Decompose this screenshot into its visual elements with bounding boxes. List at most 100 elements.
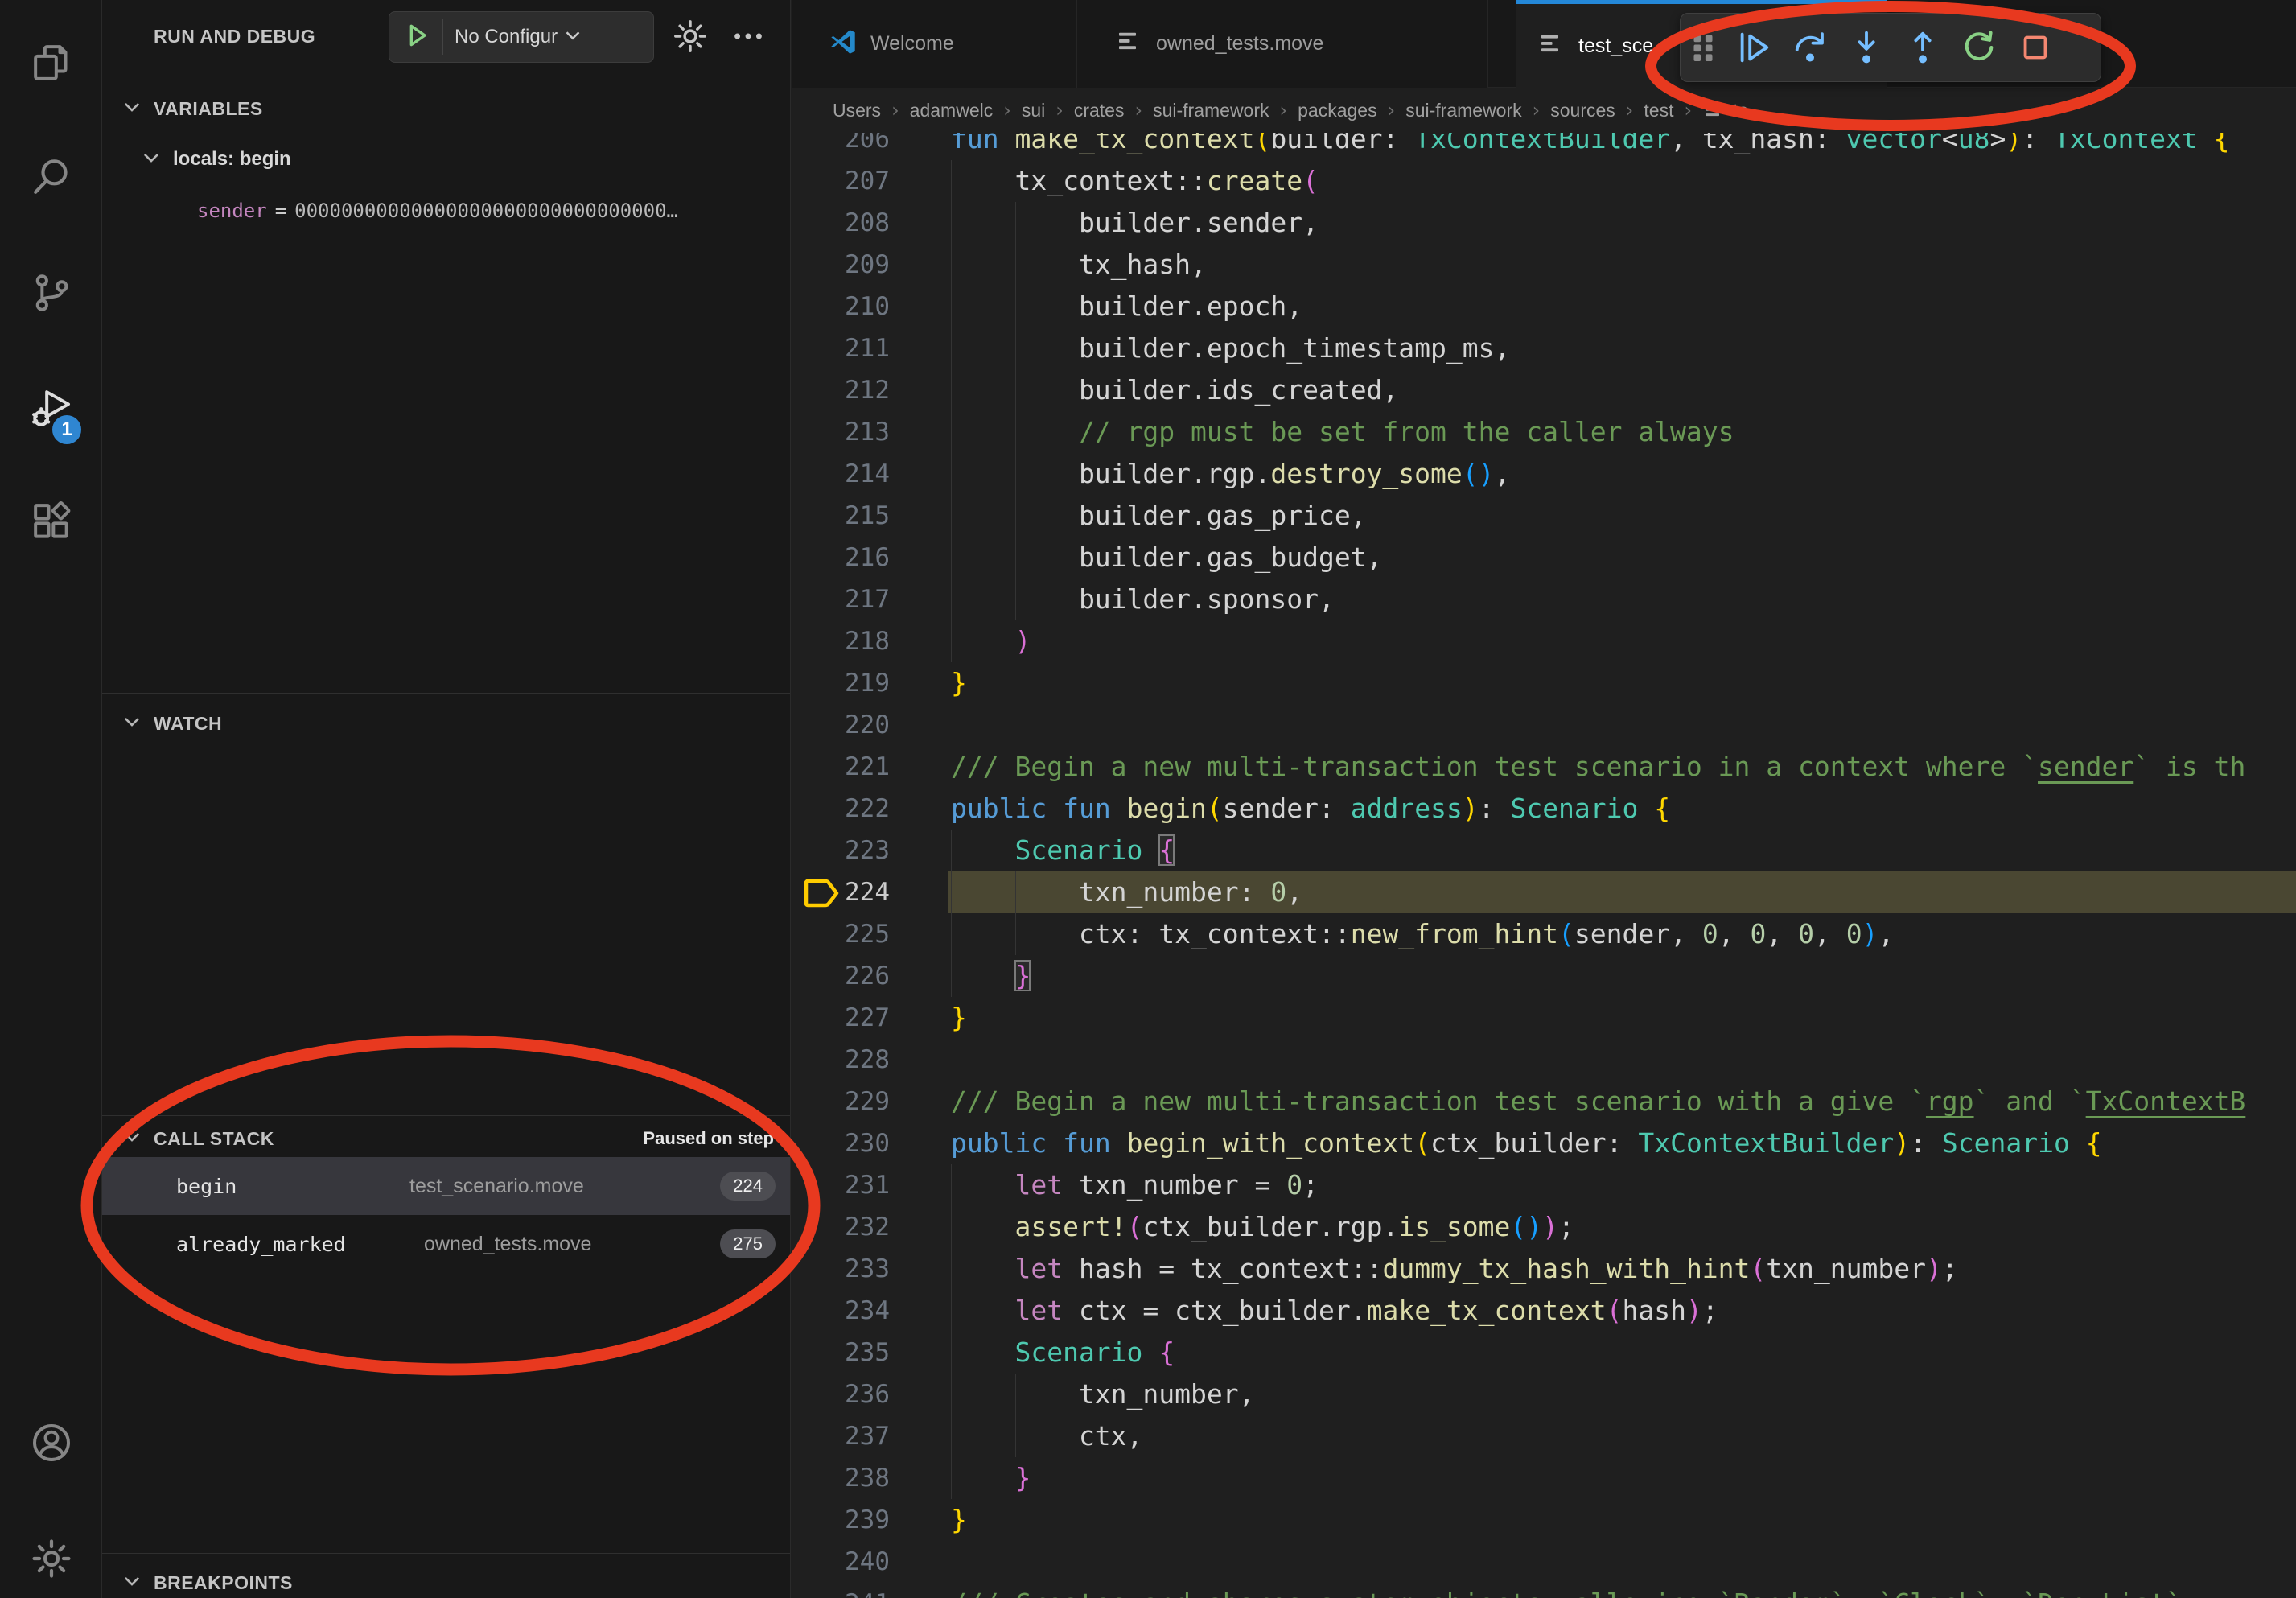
watch-header-label: WATCH — [154, 713, 222, 735]
breadcrumb-item[interactable]: test — [1644, 100, 1673, 121]
breadcrumb-item[interactable]: sui-framework — [1405, 100, 1521, 121]
code-line-226[interactable]: 226 } — [792, 955, 2296, 997]
code-text: Scenario { — [951, 830, 1175, 871]
code-line-234[interactable]: 234 let ctx = ctx_builder.make_tx_contex… — [792, 1290, 2296, 1332]
scope-label: locals: begin — [173, 148, 291, 171]
files-icon — [29, 40, 74, 89]
variables-scope-row[interactable]: locals: begin — [102, 142, 790, 177]
line-number: 213 — [792, 411, 890, 453]
code-text: builder.ids_created, — [951, 369, 1398, 411]
code-line-217[interactable]: 217 builder.sponsor, — [792, 579, 2296, 620]
code-line-212[interactable]: 212 builder.ids_created, — [792, 369, 2296, 411]
tab-welcome[interactable]: Welcome — [792, 0, 1077, 88]
call-stack-section-header[interactable]: CALL STACK Paused on step — [102, 1120, 790, 1157]
breadcrumb-item[interactable]: crates — [1074, 100, 1125, 121]
variables-section-header[interactable]: VARIABLES — [102, 90, 790, 127]
code-line-228[interactable]: 228 — [792, 1039, 2296, 1081]
code-line-213[interactable]: 213 // rgp must be set from the caller a… — [792, 411, 2296, 453]
continue-button[interactable] — [1726, 19, 1782, 76]
line-number: 210 — [792, 286, 890, 327]
code-line-231[interactable]: 231 let txn_number = 0; — [792, 1164, 2296, 1206]
drag-handle-icon — [1685, 29, 1722, 66]
code-line-223[interactable]: 223 Scenario { — [792, 830, 2296, 871]
breakpoints-section-header[interactable]: BREAKPOINTS — [102, 1564, 790, 1598]
frame-line-badge: 275 — [720, 1229, 776, 1258]
code-line-214[interactable]: 214 builder.rgp.destroy_some(), — [792, 453, 2296, 495]
code-line-219[interactable]: 219} — [792, 662, 2296, 704]
code-editor[interactable]: 206fun make_tx_context(builder: TxContex… — [792, 133, 2296, 1598]
code-text: builder.gas_budget, — [951, 537, 1382, 579]
code-line-209[interactable]: 209 tx_hash, — [792, 244, 2296, 286]
code-line-210[interactable]: 210 builder.epoch, — [792, 286, 2296, 327]
code-text: tx_hash, — [951, 244, 1207, 286]
line-number: 207 — [792, 160, 890, 202]
breadcrumb-item[interactable]: sources — [1550, 100, 1615, 121]
code-line-230[interactable]: 230public fun begin_with_context(ctx_bui… — [792, 1122, 2296, 1164]
sidebar-item-settings[interactable] — [0, 1522, 102, 1598]
code-line-240[interactable]: 240 — [792, 1541, 2296, 1583]
breadcrumb-separator: › — [1626, 99, 1634, 121]
debug-settings-gear-icon[interactable] — [672, 18, 709, 59]
code-line-236[interactable]: 236 txn_number, — [792, 1374, 2296, 1415]
frame-name: begin — [176, 1175, 237, 1198]
code-line-211[interactable]: 211 builder.epoch_timestamp_ms, — [792, 327, 2296, 369]
more-actions-icon[interactable] — [730, 18, 767, 59]
start-debugging-icon[interactable] — [401, 19, 433, 56]
breadcrumb-item[interactable]: sui — [1022, 100, 1045, 121]
code-line-239[interactable]: 239} — [792, 1499, 2296, 1541]
code-line-232[interactable]: 232 assert!(ctx_builder.rgp.is_some()); — [792, 1206, 2296, 1248]
variable-name: sender — [197, 200, 267, 222]
stack-frame-begin[interactable]: begintest_scenario.move224 — [102, 1157, 790, 1215]
stop-button[interactable] — [2007, 19, 2064, 76]
code-text: } — [951, 662, 967, 704]
code-line-215[interactable]: 215 builder.gas_price, — [792, 495, 2296, 537]
code-line-218[interactable]: 218 ) — [792, 620, 2296, 662]
line-number: 209 — [792, 244, 890, 286]
gear-icon — [29, 1536, 74, 1585]
code-line-208[interactable]: 208 builder.sender, — [792, 202, 2296, 244]
code-line-241[interactable]: 241/// Creates and shares system objects… — [792, 1583, 2296, 1598]
sidebar-item-explorer[interactable] — [0, 26, 102, 103]
step-over-button[interactable] — [1782, 19, 1838, 76]
watch-section-header[interactable]: WATCH — [102, 705, 790, 742]
breadcrumb-item[interactable]: adamwelc — [910, 100, 994, 121]
code-line-222[interactable]: 222public fun begin(sender: address): Sc… — [792, 788, 2296, 830]
code-text: // rgp must be set from the caller alway… — [951, 411, 1734, 453]
code-line-220[interactable]: 220 — [792, 704, 2296, 746]
step-out-icon — [1904, 29, 1941, 66]
stack-frame-already_marked[interactable]: already_markedowned_tests.move275 — [102, 1215, 790, 1273]
code-line-224[interactable]: 224 txn_number: 0, — [792, 871, 2296, 913]
code-line-206[interactable]: 206fun make_tx_context(builder: TxContex… — [792, 133, 2296, 160]
breadcrumb-item[interactable]: Users — [833, 100, 881, 121]
sidebar-item-account[interactable] — [0, 1406, 102, 1483]
code-line-227[interactable]: 227} — [792, 997, 2296, 1039]
restart-button[interactable] — [1951, 19, 2007, 76]
sidebar-item-extensions[interactable] — [0, 484, 102, 562]
activity-bar: 1 — [0, 0, 102, 1598]
breadcrumb-item-file[interactable]: te — [1733, 100, 1748, 121]
variable-row[interactable]: sender = 0000000000000000000000000000000… — [102, 193, 790, 229]
code-line-238[interactable]: 238 } — [792, 1457, 2296, 1499]
code-line-225[interactable]: 225 ctx: tx_context::new_from_hint(sende… — [792, 913, 2296, 955]
code-line-233[interactable]: 233 let hash = tx_context::dummy_tx_hash… — [792, 1248, 2296, 1290]
code-line-207[interactable]: 207 tx_context::create( — [792, 160, 2296, 202]
code-line-235[interactable]: 235 Scenario { — [792, 1332, 2296, 1374]
code-line-237[interactable]: 237 ctx, — [792, 1415, 2296, 1457]
chevron-down-icon — [141, 147, 162, 172]
code-line-229[interactable]: 229/// Begin a new multi-transaction tes… — [792, 1081, 2296, 1122]
code-line-221[interactable]: 221/// Begin a new multi-transaction tes… — [792, 746, 2296, 788]
breadcrumb-item[interactable]: packages — [1298, 100, 1376, 121]
code-line-216[interactable]: 216 builder.gas_budget, — [792, 537, 2296, 579]
breadcrumb-item[interactable]: sui-framework — [1153, 100, 1269, 121]
line-number: 212 — [792, 369, 890, 411]
tab-owned-tests-move[interactable]: owned_tests.move — [1077, 0, 1488, 88]
sidebar-item-source-control[interactable] — [0, 256, 102, 333]
step-out-button[interactable] — [1895, 19, 1951, 76]
toolbar-drag-handle[interactable] — [1681, 19, 1726, 76]
debug-configuration-dropdown[interactable]: No Configur — [389, 11, 654, 63]
step-into-button[interactable] — [1838, 19, 1895, 76]
line-number: 226 — [792, 955, 890, 997]
sidebar-item-search[interactable] — [0, 139, 102, 216]
config-dropdown-label: No Configur — [455, 26, 558, 48]
sidebar-item-run-and-debug[interactable]: 1 — [0, 371, 102, 448]
